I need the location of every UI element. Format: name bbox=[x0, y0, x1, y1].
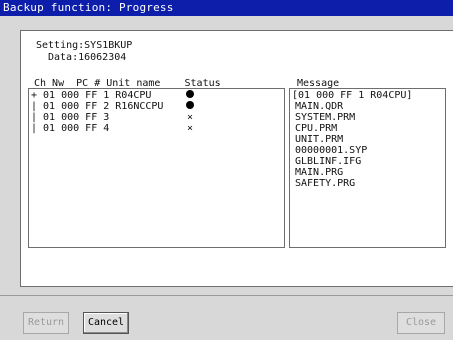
close-button[interactable]: Close bbox=[397, 312, 445, 334]
return-button[interactable]: Return bbox=[23, 312, 69, 334]
message-line: [01 000 FF 1 R04CPU] bbox=[292, 90, 413, 101]
setting-info: Setting:SYS1BKUP Data:16062304 bbox=[36, 40, 132, 64]
message-line: MAIN.QDR bbox=[295, 101, 344, 112]
message-line: 00000001.SYP bbox=[295, 145, 368, 156]
message-line: UNIT.PRM bbox=[295, 134, 344, 145]
button-bar: Return Cancel Close bbox=[0, 295, 453, 340]
status-complete-icon bbox=[185, 101, 195, 112]
setting-data: Data:16062304 bbox=[48, 52, 127, 63]
setting-name: Setting:SYS1BKUP bbox=[36, 40, 133, 51]
message-line: SAFETY.PRG bbox=[295, 178, 356, 189]
window-title: Backup function: Progress bbox=[0, 0, 453, 16]
status-x-mark-icon: × bbox=[186, 112, 194, 123]
unit-list[interactable]: + 01 000 FF 1 R04CPU | 01 000 FF 2 R16NC… bbox=[28, 88, 285, 248]
unit-row-4: | 01 000 FF 4 bbox=[31, 123, 110, 134]
status-complete-icon bbox=[185, 90, 195, 101]
unit-row-3: | 01 000 FF 3 bbox=[31, 112, 110, 123]
message-list[interactable]: [01 000 FF 1 R04CPU] MAIN.QDR SYSTEM.PRM… bbox=[289, 88, 446, 248]
cancel-button[interactable]: Cancel bbox=[83, 312, 129, 334]
status-x-mark-icon: × bbox=[186, 123, 194, 134]
message-line: CPU.PRM bbox=[295, 123, 338, 134]
message-line: GLBLINF.IFG bbox=[295, 156, 362, 167]
message-line: MAIN.PRG bbox=[295, 167, 344, 178]
unit-row-2: | 01 000 FF 2 R16NCCPU bbox=[31, 101, 164, 112]
unit-row-1: + 01 000 FF 1 R04CPU bbox=[31, 90, 152, 101]
message-line: SYSTEM.PRM bbox=[295, 112, 356, 123]
progress-panel: Setting:SYS1BKUP Data:16062304 Ch Nw PC … bbox=[20, 30, 453, 287]
